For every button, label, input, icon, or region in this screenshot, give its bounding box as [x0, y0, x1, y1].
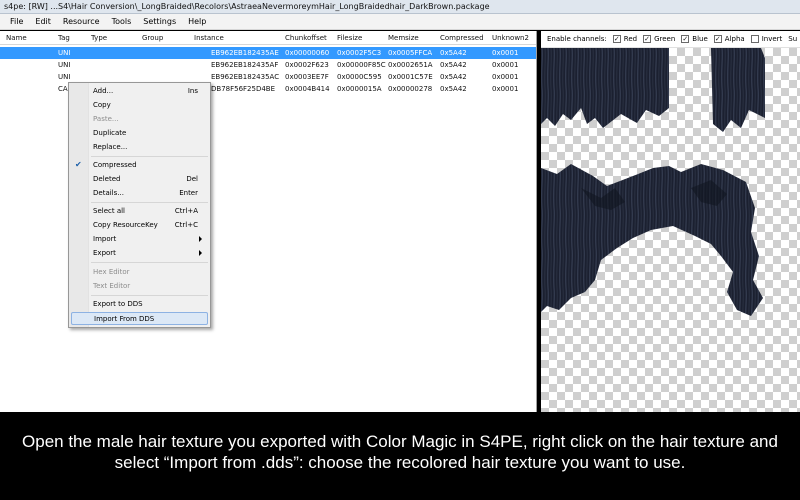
- menu-file[interactable]: File: [4, 17, 29, 26]
- menu-item-replace[interactable]: Replace...: [71, 141, 208, 154]
- menu-item-add[interactable]: Add... Ins: [71, 85, 208, 98]
- menu-item-copy[interactable]: Copy: [71, 99, 208, 112]
- menu-item-hex-editor: Hex Editor: [93, 268, 130, 276]
- window-titlebar: s4pe: [RW] ...S4\Hair Conversion\_LongBr…: [0, 0, 800, 14]
- checkbox-check-icon: ✓: [612, 35, 621, 43]
- menu-separator: [91, 295, 208, 296]
- checkbox-check-icon: ✓: [643, 35, 652, 43]
- window-title: s4pe: [RW] ...S4\Hair Conversion\_LongBr…: [4, 2, 490, 11]
- context-menu: Add... Ins Copy Paste... Duplicate Repla…: [68, 82, 211, 328]
- menu-item-export[interactable]: Export: [71, 247, 208, 260]
- menu-item-details[interactable]: Details... Enter: [71, 187, 208, 200]
- green-channel-checkbox[interactable]: ✓ Green: [643, 35, 675, 43]
- menu-help[interactable]: Help: [182, 17, 212, 26]
- col-name[interactable]: Name: [6, 34, 27, 42]
- channels-label: Enable channels:: [547, 35, 607, 43]
- menu-separator: [91, 156, 208, 157]
- checkmark-icon: ✔: [75, 160, 82, 169]
- blue-channel-checkbox[interactable]: ✓ Blue: [681, 35, 708, 43]
- menu-item-import-dds[interactable]: Import From DDS: [71, 312, 208, 325]
- menu-settings[interactable]: Settings: [137, 17, 182, 26]
- submenu-arrow-icon: [199, 236, 202, 242]
- table-row[interactable]: UNI EB962EB182435AE 0x00000060 0x0002F5C…: [0, 47, 536, 59]
- menu-item-deleted[interactable]: Deleted Del: [71, 173, 208, 186]
- col-group[interactable]: Group: [142, 34, 163, 42]
- menu-tools[interactable]: Tools: [106, 17, 138, 26]
- hair-texture-image: [541, 48, 765, 316]
- col-type[interactable]: Type: [91, 34, 107, 42]
- menu-item-compressed[interactable]: ✔ Compressed: [71, 159, 208, 172]
- red-channel-checkbox[interactable]: ✓ Red: [612, 35, 637, 43]
- menu-item-import[interactable]: Import: [71, 233, 208, 246]
- texture-preview-panel: Enable channels: ✓ Red ✓ Green ✓ Blue ✓ Alph…: [541, 31, 800, 412]
- col-instance[interactable]: Instance: [194, 34, 224, 42]
- menu-bar: File Edit Resource Tools Settings Help: [0, 14, 800, 30]
- col-compressed[interactable]: Compressed: [440, 34, 484, 42]
- menu-item-export-dds[interactable]: Export to DDS: [71, 298, 208, 311]
- menu-item-paste: Paste...: [93, 115, 119, 123]
- menu-item-select-all[interactable]: Select all Ctrl+A: [71, 205, 208, 218]
- tutorial-caption: Open the male hair texture you exported …: [0, 412, 800, 500]
- channel-toolbar: Enable channels: ✓ Red ✓ Green ✓ Blue ✓ Alph…: [541, 31, 800, 48]
- table-header: Name Tag Type Group Instance Chunkoffset…: [0, 31, 536, 45]
- col-unknown2[interactable]: Unknown2: [492, 34, 529, 42]
- more-option-label[interactable]: Su: [788, 35, 797, 43]
- col-filesize[interactable]: Filesize: [337, 34, 362, 42]
- menu-separator: [91, 202, 208, 203]
- menu-item-duplicate[interactable]: Duplicate: [71, 127, 208, 140]
- checkbox-check-icon: ✓: [681, 35, 690, 43]
- checkbox-check-icon: ✓: [713, 35, 722, 43]
- menu-separator: [91, 262, 208, 263]
- col-memsize[interactable]: Memsize: [388, 34, 419, 42]
- menu-item-copy-resourcekey[interactable]: Copy ResourceKey Ctrl+C: [71, 219, 208, 232]
- menu-edit[interactable]: Edit: [29, 17, 57, 26]
- texture-canvas[interactable]: [541, 48, 800, 412]
- table-row[interactable]: UNI EB962EB182435AF 0x0002F623 0x00000F8…: [0, 59, 536, 71]
- submenu-arrow-icon: [199, 250, 202, 256]
- col-tag[interactable]: Tag: [58, 34, 70, 42]
- alpha-channel-checkbox[interactable]: ✓ Alpha: [713, 35, 745, 43]
- invert-checkbox[interactable]: Invert: [750, 35, 782, 43]
- col-chunkoffset[interactable]: Chunkoffset: [285, 34, 327, 42]
- menu-resource[interactable]: Resource: [57, 17, 106, 26]
- menu-item-text-editor: Text Editor: [93, 282, 131, 290]
- resource-list-panel: Name Tag Type Group Instance Chunkoffset…: [0, 31, 537, 412]
